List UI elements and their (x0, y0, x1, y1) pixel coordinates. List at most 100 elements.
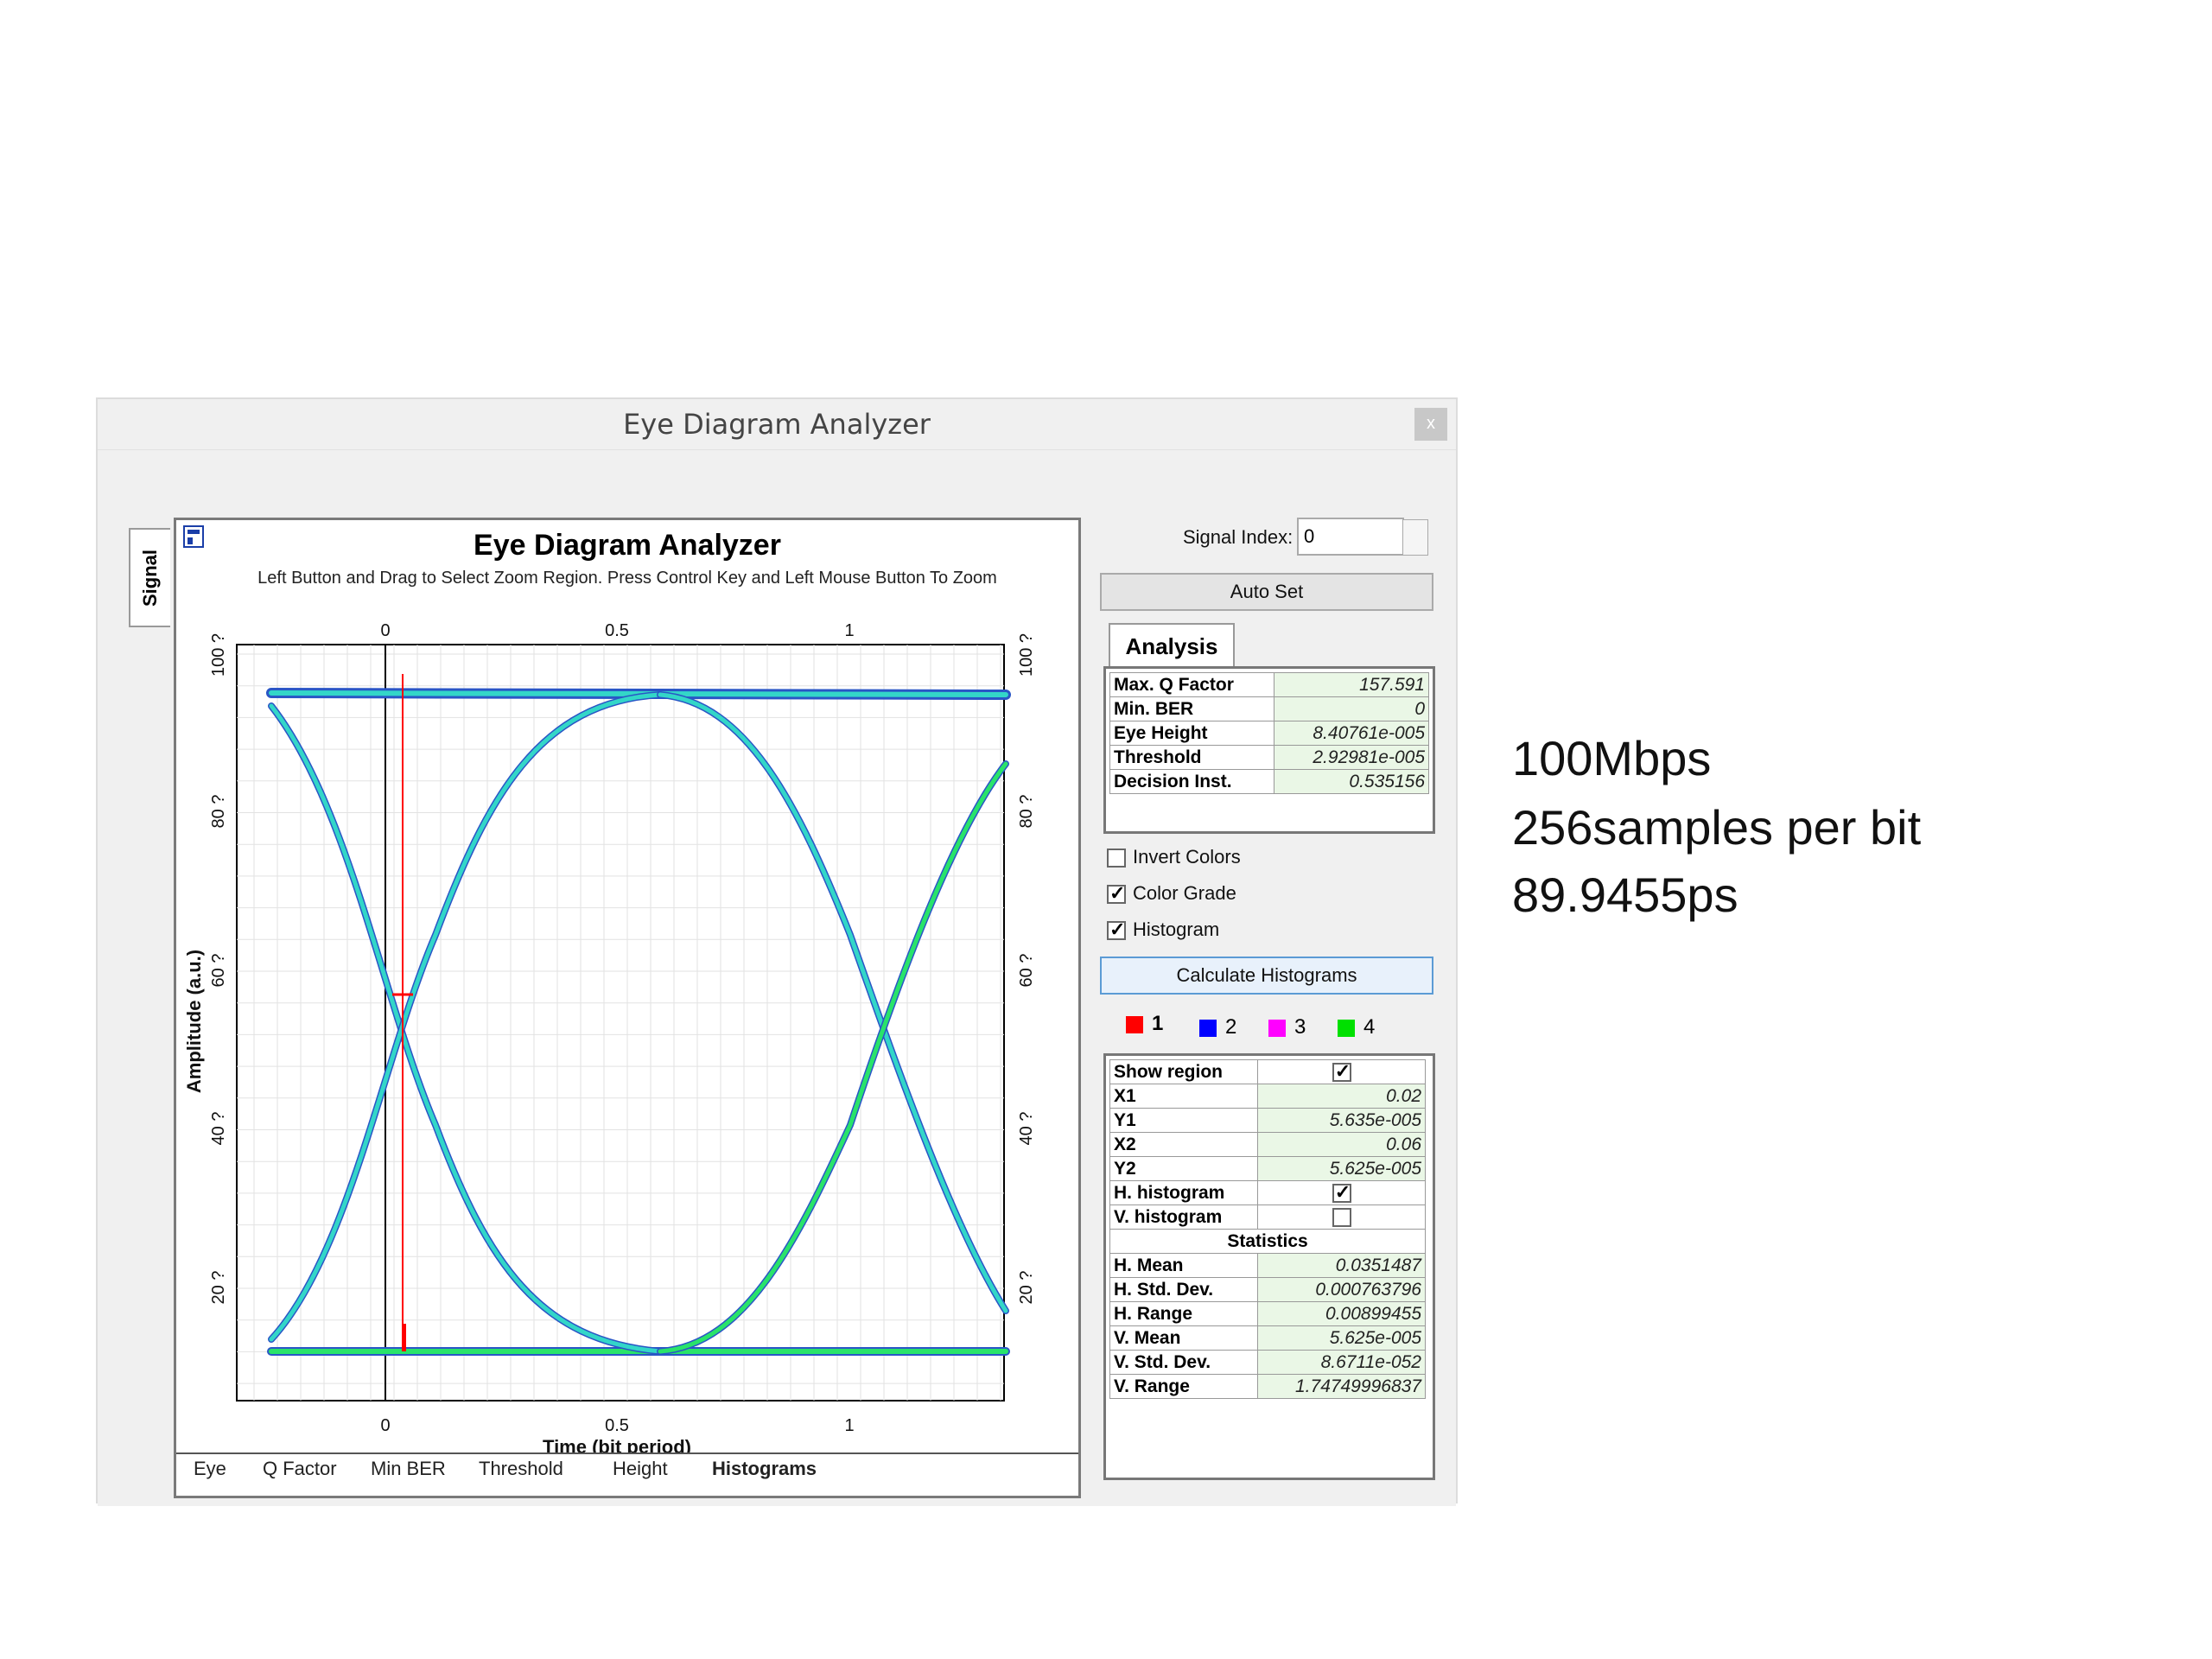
y-tick-100: 100 ? (209, 633, 228, 677)
analysis-key: Min. BER (1109, 696, 1275, 721)
show-region-check[interactable] (1332, 1060, 1351, 1083)
statistics-header: Statistics (1109, 1229, 1426, 1254)
color-grade-checkbox[interactable]: Color Grade (1107, 882, 1236, 905)
calculate-histograms-button[interactable]: Calculate Histograms (1100, 957, 1433, 995)
signal-index-spinner[interactable] (1402, 519, 1428, 556)
analysis-row: Decision Inst. 0.535156 (1109, 769, 1429, 794)
x-tick-0-5: 0.5 (605, 1416, 629, 1435)
tab-height[interactable]: Height (613, 1458, 668, 1480)
analysis-value: 0.535156 (1274, 769, 1429, 794)
statistic-key: H. Range (1109, 1301, 1259, 1326)
window-body: Signal Eye Diagram Analyzer Left Button … (98, 449, 1456, 1506)
close-button[interactable]: x (1414, 408, 1447, 441)
tab-signal[interactable]: Signal (129, 528, 170, 627)
analysis-value: 157.591 (1274, 672, 1429, 697)
statistic-value: 1.74749996837 (1257, 1374, 1426, 1399)
analysis-key: Threshold (1109, 745, 1275, 770)
region-tab-2[interactable]: 2 (1199, 1015, 1236, 1053)
statistic-value: 8.6711e-052 (1257, 1350, 1426, 1375)
y1-value[interactable]: 5.635e-005 (1257, 1108, 1426, 1133)
x-tick-0: 0 (380, 1416, 390, 1435)
tab-histograms[interactable]: Histograms (712, 1458, 817, 1480)
signal-index-label: Signal Index: (1183, 526, 1294, 548)
statistic-value: 0.000763796 (1257, 1277, 1426, 1302)
statistic-key: V. Std. Dev. (1109, 1350, 1259, 1375)
y2-label: Y2 (1109, 1156, 1259, 1181)
y-tick-40: 40 ? (209, 1112, 228, 1146)
histogram-check[interactable] (1107, 918, 1126, 941)
y-tick-60: 60 ? (209, 954, 228, 988)
analysis-value: 8.40761e-005 (1274, 721, 1429, 746)
auto-set-button[interactable]: Auto Set (1100, 573, 1433, 611)
color-grade-label: Color Grade (1133, 882, 1236, 904)
region-tab-1[interactable]: 1 (1126, 1012, 1163, 1050)
statistics-row: H. Range 0.00899455 (1109, 1301, 1426, 1326)
window-title: Eye Diagram Analyzer (623, 408, 931, 441)
invert-colors-label: Invert Colors (1133, 846, 1241, 868)
histogram-checkbox[interactable]: Histogram (1107, 918, 1219, 941)
x-tick-1: 1 (844, 1416, 854, 1435)
x1-label: X1 (1109, 1084, 1259, 1109)
statistics-row: V. Std. Dev. 8.6711e-052 (1109, 1350, 1426, 1375)
y1-label: Y1 (1109, 1108, 1259, 1133)
x2-value[interactable]: 0.06 (1257, 1132, 1426, 1157)
analysis-key: Max. Q Factor (1109, 672, 1275, 697)
tab-min-ber[interactable]: Min BER (371, 1458, 446, 1480)
statistic-value: 0.0351487 (1257, 1253, 1426, 1278)
eye-diagram-canvas[interactable]: 0 0.5 1 0 0.5 1 20 ? 40 ? 60 ? 80 ? 100 … (176, 520, 1078, 1453)
tab-analysis[interactable]: Analysis (1109, 623, 1235, 668)
y-axis-label: Amplitude (a.u.) (183, 950, 205, 1093)
x-tick-top-1: 1 (844, 621, 854, 640)
tab-eye[interactable]: Eye (194, 1458, 226, 1480)
y-tick-right-40: 40 ? (1017, 1112, 1036, 1146)
invert-colors-checkbox[interactable]: Invert Colors (1107, 846, 1241, 868)
region-tab-2-label: 2 (1225, 1015, 1237, 1039)
statistics-row: V. Mean 5.625e-005 (1109, 1325, 1426, 1351)
y-tick-20: 20 ? (209, 1271, 228, 1305)
region-3-swatch (1268, 1019, 1286, 1037)
eye-diagram-window: Eye Diagram Analyzer x Signal Eye Diagra… (96, 397, 1458, 1506)
analysis-value: 0 (1274, 696, 1429, 721)
region-1-swatch (1126, 1015, 1143, 1033)
y2-value[interactable]: 5.625e-005 (1257, 1156, 1426, 1181)
region-tab-4[interactable]: 4 (1338, 1015, 1375, 1053)
x-tick-top-0: 0 (380, 621, 390, 640)
x1-value[interactable]: 0.02 (1257, 1084, 1426, 1109)
statistics-row: V. Range 1.74749996837 (1109, 1374, 1426, 1399)
note-period: 89.9455ps (1512, 868, 1738, 922)
statistic-value: 5.625e-005 (1257, 1325, 1426, 1351)
statistics-row: H. Std. Dev. 0.000763796 (1109, 1277, 1426, 1302)
region-tab-1-label: 1 (1152, 1012, 1164, 1035)
signal-index-input[interactable]: 0 (1297, 518, 1428, 556)
x-axis-label: Time (bit period) (543, 1436, 691, 1453)
y-tick-80: 80 ? (209, 795, 228, 829)
region-tab-3[interactable]: 3 (1268, 1015, 1306, 1053)
color-grade-check[interactable] (1107, 882, 1126, 905)
tab-q-factor[interactable]: Q Factor (263, 1458, 337, 1480)
statistic-key: H. Mean (1109, 1253, 1259, 1278)
y-tick-right-80: 80 ? (1017, 795, 1036, 829)
invert-colors-check[interactable] (1107, 849, 1126, 868)
histogram-label: Histogram (1133, 918, 1220, 940)
v-histogram-check[interactable] (1332, 1207, 1351, 1227)
tab-threshold[interactable]: Threshold (479, 1458, 563, 1480)
analysis-value: 2.92981e-005 (1274, 745, 1429, 770)
statistic-key: H. Std. Dev. (1109, 1277, 1259, 1302)
v-histogram-label: V. histogram (1109, 1205, 1259, 1230)
tab-signal-label: Signal (139, 549, 161, 607)
analysis-key: Decision Inst. (1109, 769, 1275, 794)
region-properties-table: Show region X1 0.02 Y1 5.635e-005 X2 0.0… (1103, 1053, 1435, 1480)
region-tab-4-label: 4 (1363, 1015, 1376, 1039)
statistic-value: 0.00899455 (1257, 1301, 1426, 1326)
analysis-row: Min. BER 0 (1109, 696, 1429, 721)
analysis-row: Eye Height 8.40761e-005 (1109, 721, 1429, 746)
show-region-label: Show region (1109, 1059, 1259, 1084)
y-tick-right-60: 60 ? (1017, 954, 1036, 988)
plot-view-tabs: Eye Q Factor Min BER Threshold Height Hi… (176, 1452, 1078, 1489)
note-bitrate: 100Mbps (1512, 731, 1712, 785)
h-histogram-label: H. histogram (1109, 1180, 1259, 1205)
eye-plot-panel[interactable]: Eye Diagram Analyzer Left Button and Dra… (174, 518, 1081, 1498)
h-histogram-check[interactable] (1332, 1181, 1351, 1204)
region-tab-3-label: 3 (1294, 1015, 1306, 1039)
y-tick-right-100: 100 ? (1017, 633, 1036, 677)
